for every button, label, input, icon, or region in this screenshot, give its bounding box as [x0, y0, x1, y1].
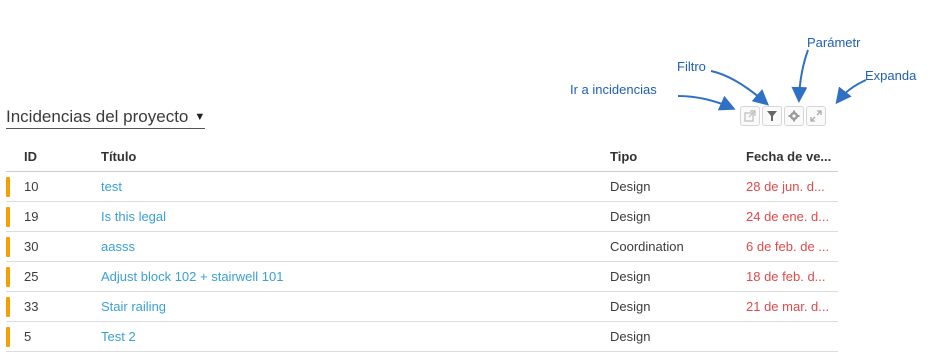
column-header-due-date[interactable]: Fecha de ve... — [746, 142, 838, 171]
widget-toolbar — [740, 106, 826, 126]
issue-due-date: 18 de feb. d... — [746, 269, 826, 284]
widget-title-dropdown[interactable]: Incidencias del proyecto ▼ — [6, 106, 206, 129]
arrow-ir-incidencias — [677, 95, 736, 111]
issue-id: 10 — [24, 179, 39, 194]
issue-title-link[interactable]: aasss — [101, 232, 581, 261]
issues-table: ID Título Tipo Fecha de ve... 10 test De… — [6, 142, 838, 352]
issue-due-date: 28 de jun. d... — [746, 179, 825, 194]
gear-icon[interactable] — [784, 106, 804, 126]
caret-down-icon: ▼ — [194, 110, 206, 123]
issue-title-link[interactable]: Test 2 — [101, 322, 581, 351]
issue-due-date — [746, 322, 838, 351]
table-row[interactable]: 10 test Design 28 de jun. d... — [6, 172, 838, 202]
issue-type: Design — [610, 179, 651, 194]
issue-title-link[interactable]: Adjust block 102 + stairwell 101 — [101, 262, 581, 291]
issue-due-date: 21 de mar. d... — [746, 299, 830, 314]
issue-type: Design — [610, 329, 651, 344]
issue-id: 30 — [24, 239, 39, 254]
priority-indicator — [6, 267, 10, 287]
filter-icon[interactable] — [762, 106, 782, 126]
issue-id: 5 — [24, 329, 32, 344]
arrow-filtro — [710, 70, 770, 106]
issue-title-link[interactable]: Is this legal — [101, 202, 581, 231]
expand-icon[interactable] — [806, 106, 826, 126]
widget-title: Incidencias del proyecto — [6, 106, 189, 126]
external-link-icon[interactable] — [740, 106, 760, 126]
issue-title-link[interactable]: Stair railing — [101, 292, 581, 321]
table-row[interactable]: 25 Adjust block 102 + stairwell 101 Desi… — [6, 262, 838, 292]
issue-due-date: 6 de feb. de ... — [746, 239, 830, 254]
issue-id: 19 — [24, 209, 39, 224]
issue-id: 33 — [24, 299, 39, 314]
issue-type: Coordination — [610, 239, 684, 254]
issue-due-date: 24 de ene. d... — [746, 209, 830, 224]
priority-indicator — [6, 297, 10, 317]
table-header: ID Título Tipo Fecha de ve... — [6, 142, 838, 172]
priority-indicator — [6, 327, 10, 347]
arrow-parametros — [791, 49, 809, 103]
arrow-expandir — [835, 79, 867, 105]
table-row[interactable]: 30 aasss Coordination 6 de feb. de ... — [6, 232, 838, 262]
priority-indicator — [6, 237, 10, 257]
priority-indicator — [6, 207, 10, 227]
issue-title-link[interactable]: test — [101, 172, 581, 201]
table-row[interactable]: 5 Test 2 Design — [6, 322, 838, 352]
issue-type: Design — [610, 299, 651, 314]
issue-type: Design — [610, 269, 651, 284]
issue-id: 25 — [24, 269, 39, 284]
column-header-type[interactable]: Tipo — [610, 142, 730, 171]
column-header-title[interactable]: Título — [101, 142, 581, 171]
table-row[interactable]: 19 Is this legal Design 24 de ene. d... — [6, 202, 838, 232]
priority-indicator — [6, 177, 10, 197]
column-header-id[interactable]: ID — [24, 142, 84, 171]
issue-type: Design — [610, 209, 651, 224]
table-row[interactable]: 33 Stair railing Design 21 de mar. d... — [6, 292, 838, 322]
